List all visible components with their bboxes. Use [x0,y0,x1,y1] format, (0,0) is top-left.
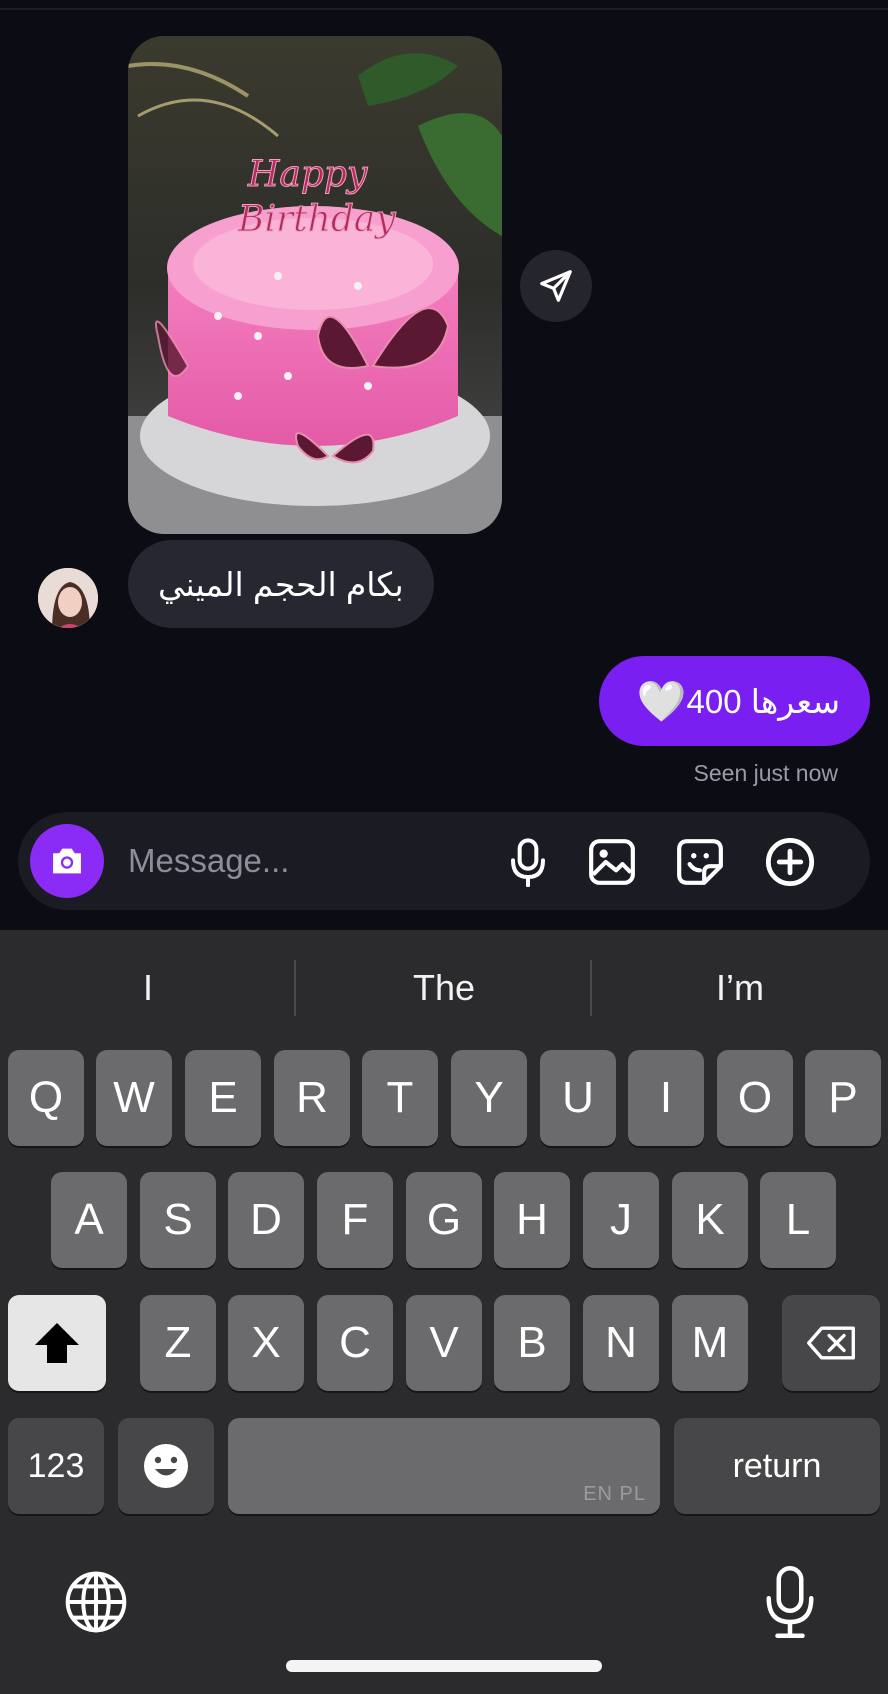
language-switch-button[interactable] [62,1568,130,1636]
dictation-microphone-icon [766,1566,814,1638]
key-z[interactable]: Z [140,1295,216,1391]
sticker-icon [677,839,723,885]
message-composer [18,812,870,910]
gallery-icon [589,839,635,885]
microphone-icon [511,838,545,887]
shift-key[interactable] [8,1295,106,1391]
svg-text:Happy: Happy [247,154,368,195]
key-s[interactable]: S [140,1172,216,1268]
delete-key[interactable] [782,1295,880,1391]
svg-text:Birthday: Birthday [237,199,396,240]
photo-message[interactable]: Happy Birthday [128,36,502,534]
key-o[interactable]: O [717,1050,793,1146]
white-heart-emoji: 🤍 [636,679,687,724]
key-r[interactable]: R [274,1050,350,1146]
keyboard-language-hint: EN PL [583,1483,646,1505]
shift-arrow-icon [35,1323,79,1363]
emoji-key[interactable] [118,1418,214,1514]
key-l[interactable]: L [760,1172,836,1268]
emoji-icon [144,1444,188,1488]
key-k[interactable]: K [672,1172,748,1268]
voice-message-button[interactable] [500,834,556,890]
plus-circle-icon [765,837,815,887]
send-icon [540,270,572,302]
chat-thread: Happy Birthday بكام الحجم الميني 🤍 سعرها… [0,0,888,930]
key-y[interactable]: Y [451,1050,527,1146]
outgoing-message[interactable]: 🤍 سعرها 400 [598,656,870,746]
key-h[interactable]: H [494,1172,570,1268]
key-v[interactable]: V [406,1295,482,1391]
dictation-button[interactable] [760,1564,820,1640]
predictive-suggestions: I The I’m [0,930,888,1045]
camera-icon [53,848,81,874]
key-x[interactable]: X [228,1295,304,1391]
numbers-key[interactable]: 123 [8,1418,104,1514]
key-b[interactable]: B [494,1295,570,1391]
share-button[interactable] [520,250,592,322]
header-divider [0,8,888,10]
key-j[interactable]: J [583,1172,659,1268]
space-key[interactable]: EN PL [228,1418,660,1514]
suggestion-1[interactable]: I [0,960,296,1016]
key-u[interactable]: U [540,1050,616,1146]
key-g[interactable]: G [406,1172,482,1268]
sticker-button[interactable] [672,834,728,890]
key-q[interactable]: Q [8,1050,84,1146]
contact-avatar [38,568,98,628]
seen-status: Seen just now [693,760,838,786]
key-m[interactable]: M [672,1295,748,1391]
globe-icon [65,1571,127,1633]
key-c[interactable]: C [317,1295,393,1391]
key-d[interactable]: D [228,1172,304,1268]
gallery-button[interactable] [584,834,640,890]
key-e[interactable]: E [185,1050,261,1146]
numbers-key-label: 123 [27,1446,85,1485]
birthday-cake-photo: Happy Birthday [128,36,502,534]
suggestion-2[interactable]: The [296,960,592,1016]
backspace-icon [807,1326,855,1360]
incoming-message-text: بكام الحجم الميني [158,565,404,603]
key-t[interactable]: T [362,1050,438,1146]
key-f[interactable]: F [317,1172,393,1268]
incoming-message[interactable]: بكام الحجم الميني [128,540,434,628]
message-input[interactable] [128,836,488,886]
key-p[interactable]: P [805,1050,881,1146]
keyboard: I The I’m Q W E R T Y U I O P A S D F G … [0,930,888,1694]
camera-button[interactable] [30,824,104,898]
return-key-label: return [732,1446,822,1485]
return-key[interactable]: return [674,1418,880,1514]
home-indicator[interactable] [286,1660,602,1672]
more-options-button[interactable] [762,834,818,890]
suggestion-3[interactable]: I’m [592,960,888,1016]
outgoing-message-text: سعرها 400 [686,682,840,720]
key-w[interactable]: W [96,1050,172,1146]
key-a[interactable]: A [51,1172,127,1268]
key-i[interactable]: I [628,1050,704,1146]
avatar[interactable] [36,566,100,630]
key-n[interactable]: N [583,1295,659,1391]
